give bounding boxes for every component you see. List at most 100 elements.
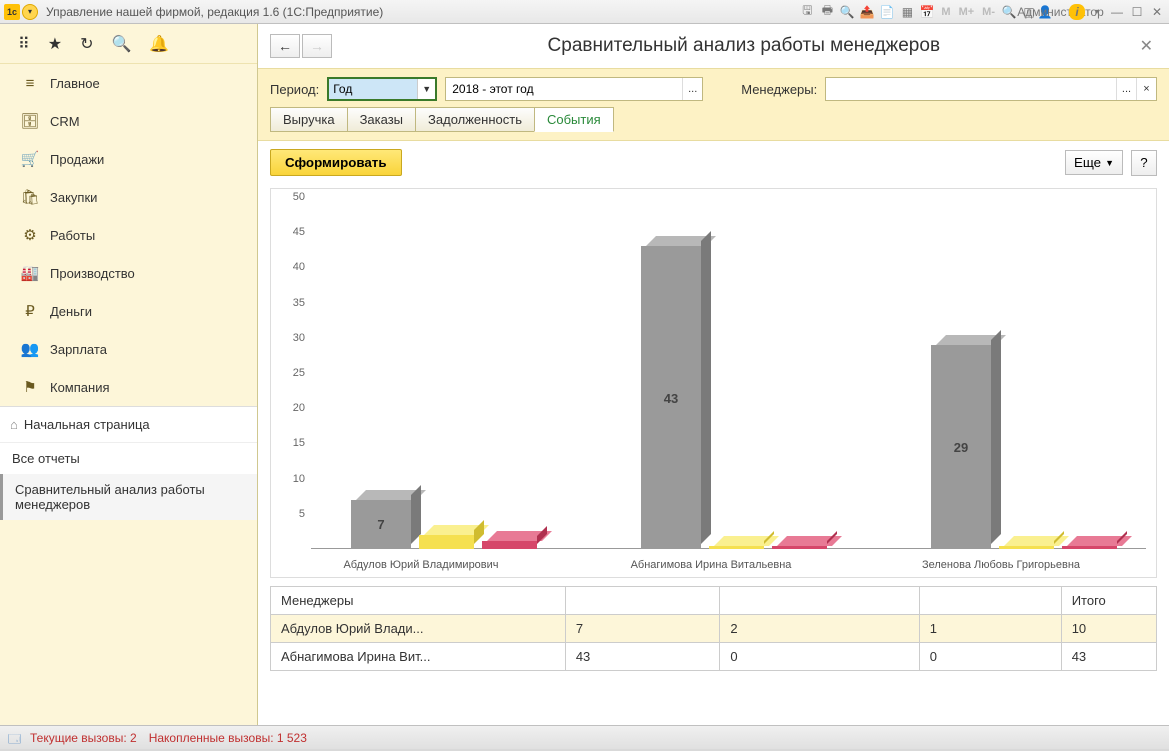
managers-select[interactable]: ... × bbox=[825, 77, 1157, 101]
cart-icon: 🛒 bbox=[18, 150, 42, 168]
table-header-row: Менеджеры Завершено Запланировано Отмене… bbox=[271, 587, 1157, 615]
star-icon[interactable]: ★ bbox=[48, 34, 62, 54]
managers-clear-button[interactable]: × bbox=[1136, 78, 1156, 100]
more-button[interactable]: Еще ▼ bbox=[1065, 150, 1123, 175]
nav-main[interactable]: ≡Главное bbox=[0, 64, 257, 102]
th-planned[interactable]: Запланировано bbox=[720, 587, 919, 615]
print-icon[interactable]: 🖶 bbox=[819, 4, 835, 20]
period-select[interactable]: ▼ bbox=[327, 77, 437, 101]
doc-icon[interactable]: 📄 bbox=[879, 4, 895, 20]
bar-value-label: 7 bbox=[351, 517, 411, 532]
grid-icon[interactable]: ▦ bbox=[899, 4, 915, 20]
table-row[interactable]: Абнагимова Ирина Вит... 43 0 0 43 bbox=[271, 643, 1157, 671]
zoom-icon[interactable]: 🔍 bbox=[1001, 4, 1017, 20]
home-page-link[interactable]: ⌂Начальная страница bbox=[0, 407, 257, 443]
nav-salary[interactable]: 👥Зарплата bbox=[0, 330, 257, 368]
y-tick: 30 bbox=[293, 332, 305, 344]
y-tick: 25 bbox=[293, 367, 305, 379]
bar-value-label: 43 bbox=[641, 391, 701, 406]
x-category-label: Абдулов Юрий Владимирович bbox=[291, 559, 551, 571]
m-minus-button[interactable]: M- bbox=[980, 4, 997, 20]
y-tick: 40 bbox=[293, 261, 305, 273]
data-table: Менеджеры Завершено Запланировано Отмене… bbox=[270, 586, 1157, 671]
th-done[interactable]: Завершено bbox=[565, 587, 720, 615]
m-button[interactable]: M bbox=[939, 4, 952, 20]
th-total[interactable]: Итого bbox=[1061, 587, 1156, 615]
close-tab-button[interactable]: ✕ bbox=[1136, 32, 1157, 60]
bar-cancelled bbox=[1062, 546, 1117, 549]
cell-planned: 2 bbox=[720, 615, 919, 643]
forward-button[interactable]: → bbox=[302, 34, 332, 58]
year-input[interactable] bbox=[446, 78, 682, 100]
m-plus-button[interactable]: M+ bbox=[957, 4, 977, 20]
cell-planned: 0 bbox=[720, 643, 919, 671]
th-managers[interactable]: Менеджеры bbox=[271, 587, 566, 615]
send-icon[interactable]: 📤 bbox=[859, 4, 875, 20]
bell-icon[interactable]: 🔔 bbox=[149, 34, 169, 54]
nav-purchases[interactable]: 🛍Закупки bbox=[0, 178, 257, 216]
current-report-link[interactable]: Сравнительный анализ работы менеджеров bbox=[0, 474, 257, 520]
maximize-button[interactable]: ☐ bbox=[1129, 4, 1145, 20]
help-button[interactable]: ? bbox=[1131, 150, 1157, 176]
preview-icon[interactable]: 🔍 bbox=[839, 4, 855, 20]
sidebar-sub: ⌂Начальная страница Все отчеты Сравнител… bbox=[0, 406, 257, 520]
tab-orders[interactable]: Заказы bbox=[347, 107, 416, 132]
cell-cancelled: 0 bbox=[919, 643, 1061, 671]
bar-done: 7 bbox=[351, 500, 411, 549]
menu-icon: ≡ bbox=[18, 75, 42, 92]
nav-sales[interactable]: 🛒Продажи bbox=[0, 140, 257, 178]
period-label: Период: bbox=[270, 82, 319, 97]
cell-total: 43 bbox=[1061, 643, 1156, 671]
period-input[interactable] bbox=[329, 79, 417, 99]
managers-input[interactable] bbox=[826, 78, 1116, 100]
nav-company[interactable]: ⚑Компания bbox=[0, 368, 257, 406]
ruble-icon: ₽ bbox=[18, 302, 42, 320]
close-button[interactable]: ✕ bbox=[1149, 4, 1165, 20]
info-icon[interactable]: i bbox=[1069, 4, 1085, 20]
th-cancelled[interactable]: Отменено bbox=[919, 587, 1061, 615]
bar-planned bbox=[709, 546, 764, 549]
info-dropdown[interactable]: ▾ bbox=[1089, 4, 1105, 20]
year-select[interactable]: ... bbox=[445, 77, 703, 101]
managers-label: Менеджеры: bbox=[741, 82, 817, 97]
app-logo-icon: 1c bbox=[4, 4, 20, 20]
people-icon: 👥 bbox=[18, 340, 42, 358]
generate-button[interactable]: Сформировать bbox=[270, 149, 402, 176]
page-title: Сравнительный анализ работы менеджеров bbox=[352, 35, 1136, 57]
table-row[interactable]: Абдулов Юрий Влади... 7 2 1 10 bbox=[271, 615, 1157, 643]
action-bar: Сформировать Еще ▼ ? bbox=[258, 141, 1169, 184]
chart: 5101520253035404550 74329 Абдулов Юрий В… bbox=[270, 188, 1157, 578]
back-button[interactable]: ← bbox=[270, 34, 300, 58]
all-reports-link[interactable]: Все отчеты bbox=[0, 443, 257, 474]
apps-icon[interactable]: ⠿ bbox=[18, 34, 30, 54]
bar-value-label: 29 bbox=[931, 440, 991, 455]
managers-ellipsis-button[interactable]: ... bbox=[1116, 78, 1136, 100]
titlebar: 1c ▾ Управление нашей фирмой, редакция 1… bbox=[0, 0, 1169, 24]
nav-production[interactable]: 🏭Производство bbox=[0, 254, 257, 292]
app-title: Управление нашей фирмой, редакция 1.6 (1… bbox=[46, 5, 799, 19]
nav-money[interactable]: ₽Деньги bbox=[0, 292, 257, 330]
user-label[interactable]: 👤 Администратор bbox=[1045, 4, 1061, 20]
filter-bar: Период: ▼ ... Менеджеры: ... × Выручка bbox=[258, 68, 1169, 141]
minimize-button[interactable]: — bbox=[1109, 4, 1125, 20]
app-menu-dropdown[interactable]: ▾ bbox=[22, 4, 38, 20]
history-icon[interactable]: ↻ bbox=[80, 34, 93, 54]
nav-crm[interactable]: 🗄CRM bbox=[0, 102, 257, 140]
tab-revenue[interactable]: Выручка bbox=[270, 107, 348, 132]
sidebar-quick-icons: ⠿ ★ ↻ 🔍 🔔 bbox=[0, 24, 257, 64]
y-tick: 5 bbox=[299, 508, 305, 520]
x-category-label: Зеленова Любовь Григорьевна bbox=[871, 559, 1131, 571]
save-icon[interactable]: 🖫 bbox=[799, 4, 815, 20]
statusbar: 🗔 Текущие вызовы: 2 Накопленные вызовы: … bbox=[0, 725, 1169, 749]
year-ellipsis-button[interactable]: ... bbox=[682, 78, 702, 100]
calendar-icon[interactable]: 📅 bbox=[919, 4, 935, 20]
period-dropdown-icon[interactable]: ▼ bbox=[417, 79, 435, 99]
cell-cancelled: 1 bbox=[919, 615, 1061, 643]
gear-icon: ⚙ bbox=[18, 226, 42, 244]
tab-debt[interactable]: Задолженность bbox=[415, 107, 535, 132]
bar-done: 43 bbox=[641, 246, 701, 549]
tab-events[interactable]: События bbox=[534, 107, 614, 132]
status-icon: 🗔 bbox=[8, 730, 24, 746]
nav-works[interactable]: ⚙Работы bbox=[0, 216, 257, 254]
search-icon[interactable]: 🔍 bbox=[111, 34, 131, 54]
